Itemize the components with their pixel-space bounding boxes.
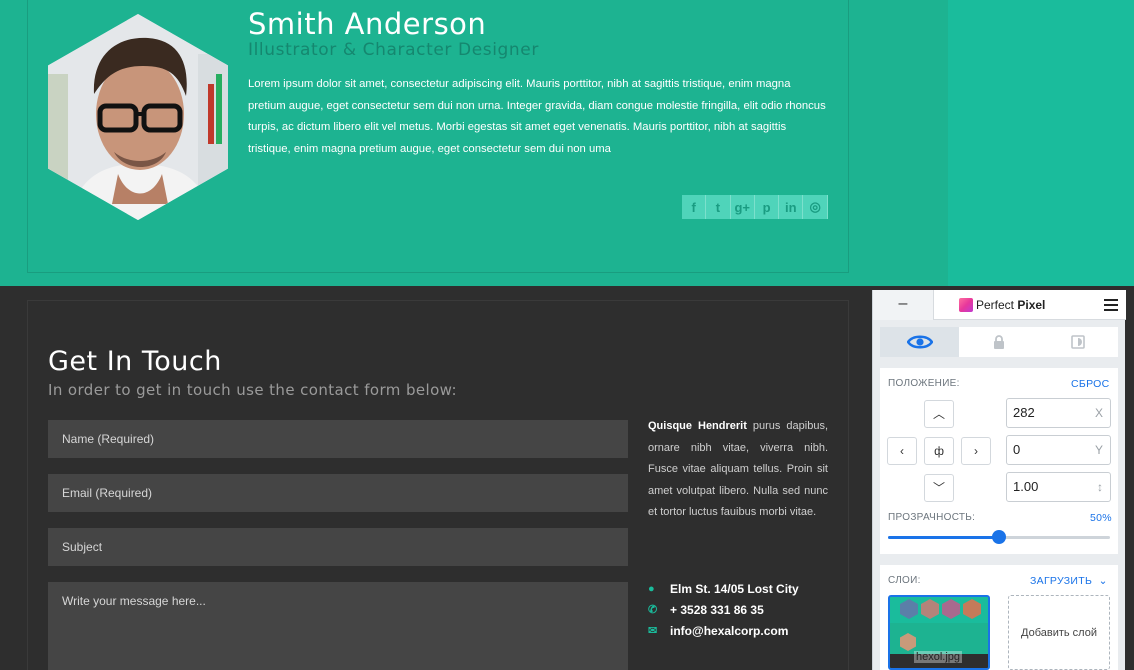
opacity-slider-handle[interactable] [992,530,1006,544]
y-position-input[interactable]: 0 Y [1006,435,1111,465]
address-text: Elm St. 14/05 Lost City [670,581,799,596]
center-button[interactable]: ф [924,437,954,465]
minimize-button[interactable]: – [873,290,934,320]
scale-input[interactable]: 1.00 ↕ [1006,472,1111,502]
opacity-label: ПРОЗРАЧНОСТЬ: [888,512,976,523]
scale-arrows-icon: ↕ [1097,480,1103,494]
envelope-icon: ✉ [648,625,658,637]
tab-invert[interactable] [1039,327,1118,357]
x-value: 282 [1013,405,1035,420]
email-field[interactable]: Email (Required) [48,474,628,512]
move-left-button[interactable]: ‹ [887,437,917,465]
title-part-b: Pixel [1017,298,1046,312]
eye-icon [906,335,933,349]
profile-bio: Lorem ipsum dolor sit amet, consectetur … [248,78,826,155]
pinterest-icon[interactable]: p [754,195,780,219]
chevron-down-icon: ⌄ [1095,575,1108,587]
upload-button[interactable]: ЗАГРУЗИТЬ ⌄ [1030,575,1108,587]
info-body: purus dapibus, ornare nibh vitae, viverr… [648,420,828,518]
contact-section: Get In Touch In order to get in touch us… [0,286,872,670]
y-value: 0 [1013,442,1021,457]
opacity-slider[interactable] [888,530,1110,544]
guide-line [27,300,28,670]
panel-header: – Perfect Pixel [873,290,1126,320]
opacity-slider-fill [888,536,999,539]
phone-icon: ✆ [648,604,658,616]
mode-tabs [880,327,1118,357]
layer-thumbnail[interactable]: hexol.jpg [888,595,990,670]
move-up-button[interactable]: ︿ [924,400,954,428]
layer-filename: hexol.jpg [914,651,963,663]
reset-button[interactable]: СБРОС [1071,378,1110,390]
x-position-input[interactable]: 282 X [1006,398,1111,428]
email-row[interactable]: ✉ info@hexalcorp.com [648,620,799,641]
social-links: f t g+ p in ◎ [682,195,828,219]
invert-icon [1071,335,1086,349]
add-layer-button[interactable]: Добавить слой [1008,595,1110,670]
position-label: ПОЛОЖЕНИЕ: [888,378,960,389]
lock-icon [993,334,1004,349]
message-field[interactable]: Write your message here... [48,582,628,670]
hamburger-menu-icon[interactable] [1104,299,1118,314]
x-axis-label: X [1094,406,1103,420]
profile-section: Smith Anderson Illustrator & Character D… [0,0,1134,286]
map-pin-icon: ● [648,582,655,595]
perfect-pixel-logo-icon [959,298,973,312]
guide-line [27,300,849,301]
move-right-button[interactable]: › [961,437,991,465]
tab-visibility[interactable] [880,327,960,357]
address-row: ● Elm St. 14/05 Lost City [648,578,799,599]
google-plus-icon[interactable]: g+ [730,195,755,219]
dribbble-icon[interactable]: ◎ [803,195,828,219]
chevron-down-icon: ﹀ [932,481,945,495]
y-axis-label: Y [1094,443,1103,457]
email-text[interactable]: info@hexalcorp.com [670,624,788,638]
upload-label: ЗАГРУЗИТЬ [1030,575,1093,587]
profile-name: Smith Anderson [248,7,487,41]
phone-row: ✆ + 3528 331 86 35 [648,599,799,620]
chevron-up-icon: ︿ [932,407,945,421]
layers-card: СЛОИ: ЗАГРУЗИТЬ ⌄ hexol.jpg Добавить сло… [880,565,1118,670]
guide-line [27,0,28,272]
position-card: ПОЛОЖЕНИЕ: СБРОС ︿ ‹ ф › ﹀ 282 X 0 Y 1.0… [880,368,1118,554]
contact-info-text: Quisque Hendrerit purus dapibus, ornare … [648,416,828,524]
opacity-value: 50% [1090,512,1112,524]
move-down-button[interactable]: ﹀ [924,474,954,502]
contact-subtitle: In order to get in touch use the contact… [48,381,457,399]
perfect-pixel-panel: – Perfect Pixel ПОЛОЖЕНИЕ: СБРОС ︿ ‹ ф ›… [872,290,1126,670]
contact-title: Get In Touch [48,346,222,377]
chevron-right-icon: › [974,444,978,458]
phone-text: + 3528 331 86 35 [670,602,764,617]
profile-role: Illustrator & Character Designer [248,40,539,60]
scale-value: 1.00 [1013,479,1039,494]
tab-lock[interactable] [959,327,1038,357]
contact-details: ● Elm St. 14/05 Lost City ✆ + 3528 331 8… [648,578,799,641]
twitter-icon[interactable]: t [706,195,731,219]
chevron-left-icon: ‹ [900,444,904,458]
subject-field[interactable]: Subject [48,528,628,566]
info-lead: Quisque Hendrerit [648,420,747,432]
facebook-icon[interactable]: f [682,195,707,219]
guide-line [27,272,849,273]
linkedin-icon[interactable]: in [779,195,804,219]
guide-line [848,300,849,670]
guide-line [848,0,849,272]
layers-label: СЛОИ: [888,575,921,586]
panel-title: Perfect Pixel [976,298,1045,312]
name-field[interactable]: Name (Required) [48,420,628,458]
title-part-a: Perfect [976,298,1015,312]
